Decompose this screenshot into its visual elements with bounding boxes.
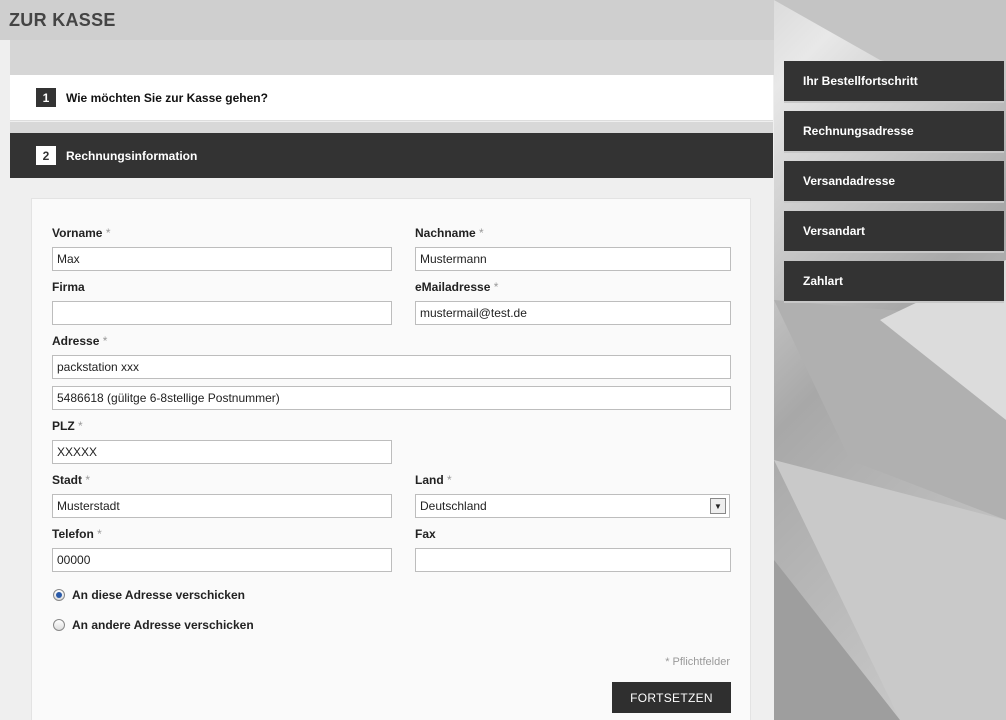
fax-label: Fax bbox=[415, 527, 436, 541]
email-label: eMailadresse * bbox=[415, 280, 499, 294]
email-input[interactable]: mustermail@test.de bbox=[415, 301, 731, 325]
address-label: Adresse * bbox=[52, 334, 108, 348]
step-label: Rechnungsinformation bbox=[66, 148, 198, 163]
sidebar-item-shipping-method[interactable]: Versandart bbox=[784, 211, 1004, 251]
address-line1-input[interactable]: packstation xxx bbox=[52, 355, 731, 379]
page-title: ZUR KASSE bbox=[9, 9, 116, 30]
step-billing-info[interactable]: 2 Rechnungsinformation bbox=[10, 133, 773, 178]
country-select-value: Deutschland bbox=[420, 499, 487, 513]
billing-form: Vorname * Max Nachname * Mustermann Firm… bbox=[31, 198, 751, 720]
step-number: 2 bbox=[36, 146, 56, 165]
required-fields-hint: * Pflichtfelder bbox=[665, 656, 730, 668]
lastname-input[interactable]: Mustermann bbox=[415, 247, 731, 271]
firstname-input[interactable]: Max bbox=[52, 247, 392, 271]
radio-button[interactable] bbox=[53, 619, 65, 631]
page-header: ZUR KASSE bbox=[0, 0, 774, 40]
company-label: Firma bbox=[52, 280, 85, 294]
phone-label: Telefon * bbox=[52, 527, 102, 541]
chevron-down-icon[interactable]: ▼ bbox=[710, 498, 726, 514]
sidebar-item-payment-method[interactable]: Zahlart bbox=[784, 261, 1004, 301]
order-progress-sidebar: Ihr Bestellfortschritt Rechnungsadresse … bbox=[784, 61, 1004, 311]
radio-label: An andere Adresse verschicken bbox=[72, 618, 254, 632]
ship-to-this-address-option[interactable]: An diese Adresse verschicken bbox=[53, 588, 245, 602]
sidebar-item-order-progress: Ihr Bestellfortschritt bbox=[784, 61, 1004, 101]
zip-input[interactable]: XXXXX bbox=[52, 440, 392, 464]
city-input[interactable]: Musterstadt bbox=[52, 494, 392, 518]
step-label: Wie möchten Sie zur Kasse gehen? bbox=[66, 90, 268, 105]
phone-input[interactable]: 00000 bbox=[52, 548, 392, 572]
country-label: Land * bbox=[415, 473, 452, 487]
country-select[interactable]: Deutschland ▼ bbox=[415, 494, 730, 518]
step-checkout-method[interactable]: 1 Wie möchten Sie zur Kasse gehen? bbox=[10, 75, 773, 121]
company-input[interactable] bbox=[52, 301, 392, 325]
continue-button[interactable]: FORTSETZEN bbox=[612, 682, 731, 713]
firstname-label: Vorname * bbox=[52, 226, 111, 240]
sidebar-item-shipping-address[interactable]: Versandadresse bbox=[784, 161, 1004, 201]
zip-label: PLZ * bbox=[52, 419, 83, 433]
city-label: Stadt * bbox=[52, 473, 91, 487]
lastname-label: Nachname * bbox=[415, 226, 484, 240]
ship-to-other-address-option[interactable]: An andere Adresse verschicken bbox=[53, 618, 254, 632]
header-band bbox=[10, 40, 774, 75]
step-divider bbox=[10, 122, 773, 133]
sidebar-item-billing-address[interactable]: Rechnungsadresse bbox=[784, 111, 1004, 151]
address-line2-input[interactable]: 5486618 (gülitge 6-8stellige Postnummer) bbox=[52, 386, 731, 410]
radio-label: An diese Adresse verschicken bbox=[72, 588, 245, 602]
radio-button[interactable] bbox=[53, 589, 65, 601]
fax-input[interactable] bbox=[415, 548, 731, 572]
step-number: 1 bbox=[36, 88, 56, 107]
